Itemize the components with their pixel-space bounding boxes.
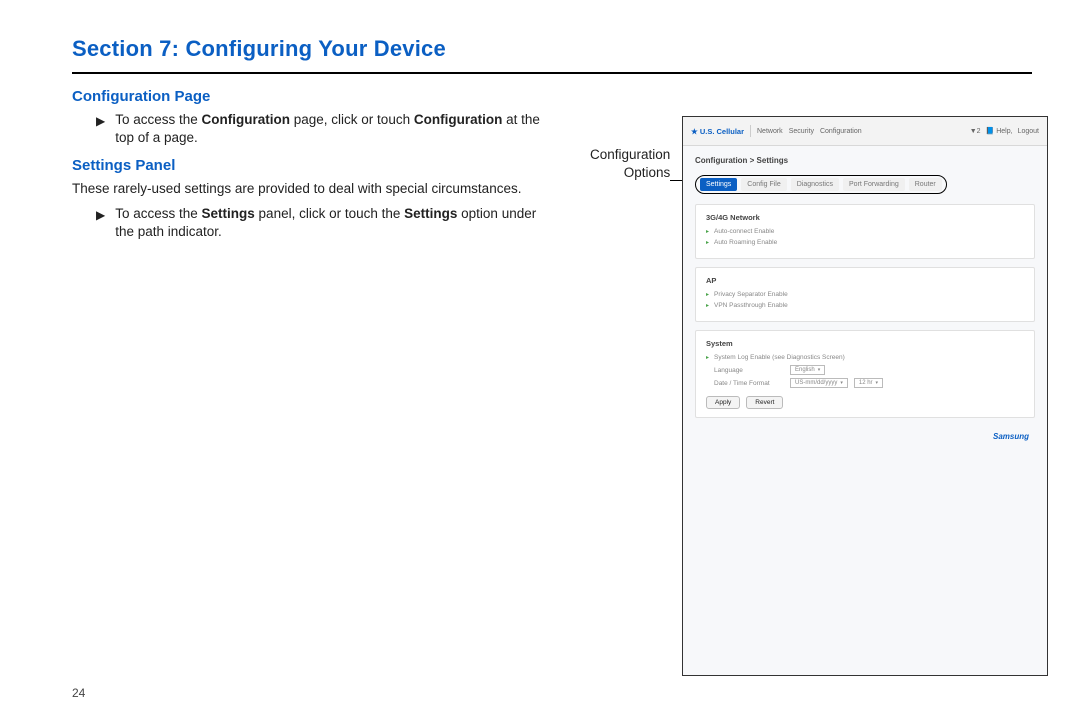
nav-configuration[interactable]: Configuration [820, 128, 862, 135]
panel-title: AP [706, 276, 1024, 285]
t: Configuration [202, 112, 290, 127]
opt-privacy-separator[interactable]: Privacy Separator Enable [706, 291, 1024, 298]
device-config-screenshot: ★ U.S. Cellular Network Security Configu… [682, 116, 1048, 676]
t: To access the [115, 112, 201, 127]
chevron-down-icon: ▾ [876, 380, 879, 386]
panel-network: 3G/4G Network Auto-connect Enable Auto R… [695, 204, 1035, 259]
bullet2-text: To access the Settings panel, click or t… [115, 205, 556, 241]
panel-ap: AP Privacy Separator Enable VPN Passthro… [695, 267, 1035, 322]
opt-autoconnect[interactable]: Auto-connect Enable [706, 228, 1024, 235]
bullet-arrow-icon: ▶ [96, 111, 105, 147]
top-bar: ★ U.S. Cellular Network Security Configu… [683, 117, 1047, 146]
t: English [795, 367, 815, 373]
callout-label: Configuration Options [590, 146, 670, 181]
breadcrumb: Configuration > Settings [695, 156, 1035, 165]
bullet1-text: To access the Configuration page, click … [115, 111, 556, 147]
title-rule [72, 72, 1032, 74]
settings-panel-para: These rarely-used settings are provided … [72, 180, 552, 198]
opt-systemlog[interactable]: System Log Enable (see Diagnostics Scree… [706, 354, 1024, 361]
language-label: Language [714, 367, 784, 374]
t: US-mm/dd/yyyy [795, 380, 837, 386]
opt-vpn-passthrough[interactable]: VPN Passthrough Enable [706, 302, 1024, 309]
callout-line2: Options [624, 165, 671, 180]
chevron-down-icon: ▾ [840, 380, 843, 386]
tab-settings[interactable]: Settings [700, 178, 737, 191]
tab-diagnostics[interactable]: Diagnostics [791, 178, 839, 191]
carrier-logo: ★ U.S. Cellular [691, 127, 744, 136]
bullet-arrow-icon: ▶ [96, 205, 105, 241]
help-link[interactable]: 📘 Help, [986, 127, 1013, 135]
page-number: 24 [72, 686, 85, 700]
callout-line1: Configuration [590, 147, 670, 162]
logout-link[interactable]: Logout [1018, 128, 1039, 135]
callout-ring: Settings Config File Diagnostics Port Fo… [695, 175, 947, 194]
tab-configfile[interactable]: Config File [741, 178, 786, 191]
panel-system: System System Log Enable (see Diagnostic… [695, 330, 1035, 418]
signal-icon: ▼2 [970, 128, 981, 135]
section-title: Section 7: Configuring Your Device [72, 36, 1032, 62]
dateformat-select[interactable]: US-mm/dd/yyyy▾ [790, 378, 848, 388]
t: To access the [115, 206, 201, 221]
t: panel, click or touch the [255, 206, 404, 221]
brand-logo: Samsung [993, 432, 1029, 441]
subhead-configuration-page: Configuration Page [72, 88, 1032, 105]
nav-network[interactable]: Network [757, 128, 783, 135]
tab-router[interactable]: Router [909, 178, 942, 191]
t: Help, [996, 128, 1012, 135]
timeformat-select[interactable]: 12 hr▾ [854, 378, 883, 388]
t: Settings [404, 206, 457, 221]
opt-autoroaming[interactable]: Auto Roaming Enable [706, 239, 1024, 246]
carrier-name: U.S. Cellular [700, 127, 744, 136]
datetime-label: Date / Time Format [714, 380, 784, 387]
language-select[interactable]: English▾ [790, 365, 825, 375]
t: Settings [202, 206, 255, 221]
t: page, click or touch [290, 112, 414, 127]
panel-title: System [706, 339, 1024, 348]
apply-button[interactable]: Apply [706, 396, 740, 409]
nav-security[interactable]: Security [789, 128, 814, 135]
revert-button[interactable]: Revert [746, 396, 783, 409]
tab-portforwarding[interactable]: Port Forwarding [843, 178, 905, 191]
t: Configuration [414, 112, 502, 127]
chevron-down-icon: ▾ [818, 367, 821, 373]
t: 12 hr [859, 380, 873, 386]
panel-title: 3G/4G Network [706, 213, 1024, 222]
